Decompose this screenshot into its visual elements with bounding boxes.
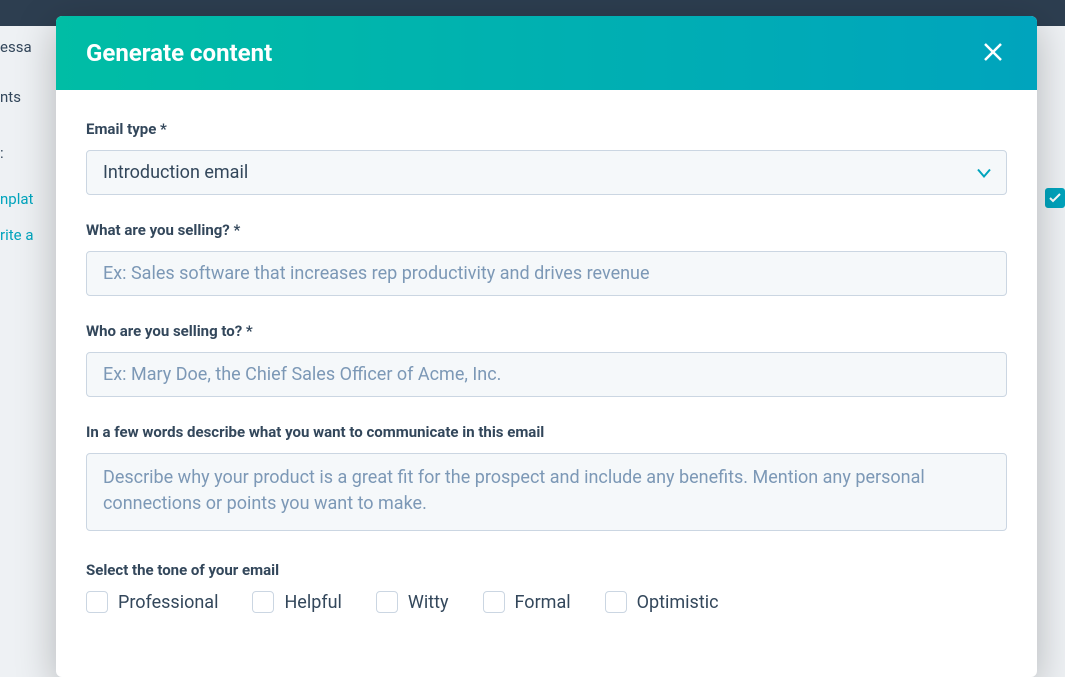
tone-option-witty[interactable]: Witty: [376, 591, 449, 613]
check-icon: [1049, 193, 1061, 203]
selling-what-input[interactable]: [86, 251, 1007, 296]
checkbox-icon: [605, 591, 627, 613]
bg-checkbox-fragment[interactable]: [1045, 188, 1065, 208]
selling-to-input[interactable]: [86, 352, 1007, 397]
tone-option-label: Professional: [118, 592, 218, 613]
checkbox-icon: [376, 591, 398, 613]
selling-to-group: Who are you selling to? *: [86, 322, 1007, 397]
describe-group: In a few words describe what you want to…: [86, 423, 1007, 535]
modal-body: Email type * Introduction email What are…: [56, 90, 1037, 677]
describe-textarea[interactable]: [86, 453, 1007, 531]
modal-header: Generate content: [56, 16, 1037, 90]
close-button[interactable]: [979, 36, 1007, 70]
selling-what-group: What are you selling? *: [86, 221, 1007, 296]
tone-option-label: Witty: [408, 592, 449, 613]
selling-to-label: Who are you selling to? *: [86, 322, 1007, 340]
email-type-select-wrap: Introduction email: [86, 150, 1007, 195]
generate-content-modal: Generate content Email type * Introducti…: [56, 16, 1037, 677]
tone-options-row: Professional Helpful Witty Formal Optimi…: [86, 591, 1007, 613]
tone-option-label: Optimistic: [637, 592, 719, 613]
email-type-label: Email type *: [86, 120, 1007, 138]
tone-option-label: Helpful: [284, 592, 341, 613]
bg-text-fragment: nts: [0, 88, 21, 106]
email-type-group: Email type * Introduction email: [86, 120, 1007, 195]
tone-label: Select the tone of your email: [86, 561, 1007, 579]
tone-option-formal[interactable]: Formal: [483, 591, 571, 613]
tone-group: Select the tone of your email Profession…: [86, 561, 1007, 613]
checkbox-icon: [483, 591, 505, 613]
tone-option-helpful[interactable]: Helpful: [252, 591, 341, 613]
checkbox-icon: [86, 591, 108, 613]
close-icon: [983, 42, 1003, 62]
bg-link-fragment[interactable]: nplat: [0, 190, 33, 208]
bg-link-fragment[interactable]: rite a: [0, 226, 33, 244]
bg-text-fragment: :: [0, 144, 4, 162]
tone-option-professional[interactable]: Professional: [86, 591, 218, 613]
email-type-select[interactable]: Introduction email: [86, 150, 1007, 195]
tone-option-optimistic[interactable]: Optimistic: [605, 591, 719, 613]
bg-text-fragment: essa: [0, 38, 32, 56]
tone-option-label: Formal: [515, 592, 571, 613]
checkbox-icon: [252, 591, 274, 613]
describe-label: In a few words describe what you want to…: [86, 423, 1007, 441]
modal-title: Generate content: [86, 39, 272, 67]
selling-what-label: What are you selling? *: [86, 221, 1007, 239]
